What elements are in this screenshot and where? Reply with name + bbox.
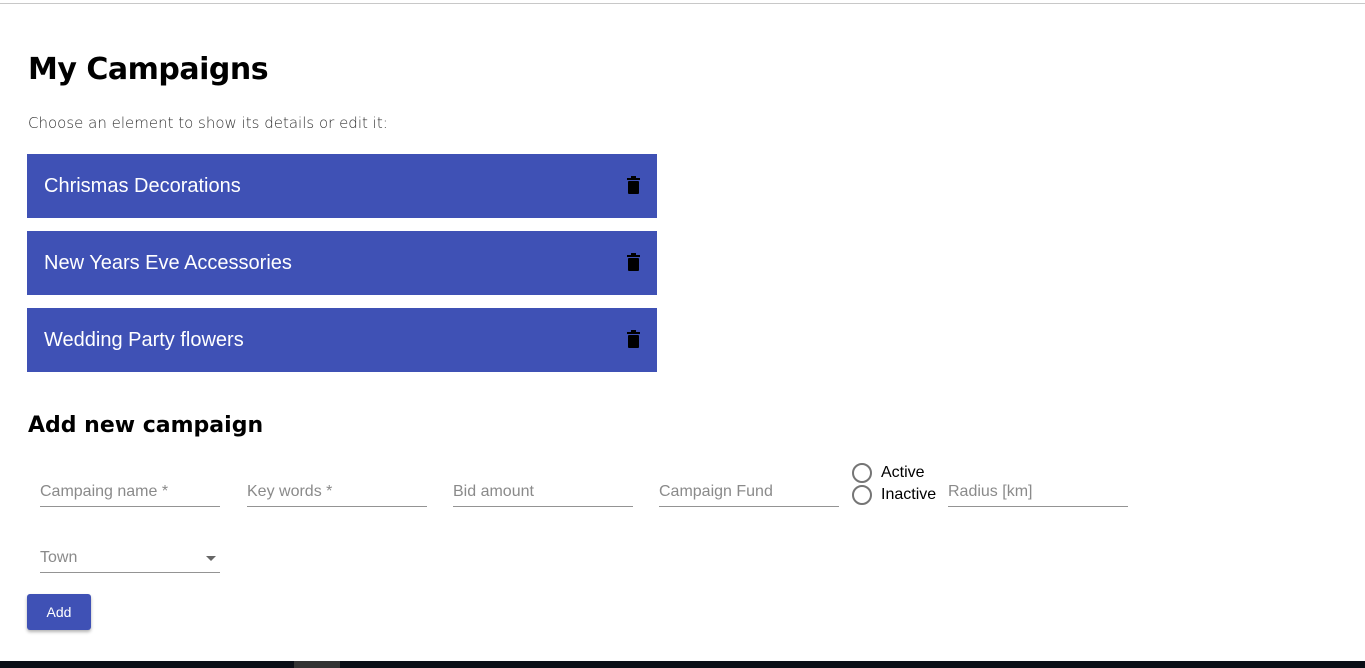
campaign-item[interactable]: Wedding Party flowers <box>27 308 657 372</box>
radio-circle-icon[interactable] <box>852 485 872 505</box>
trash-icon[interactable] <box>627 253 640 271</box>
trash-icon[interactable] <box>627 176 640 194</box>
trash-icon[interactable] <box>627 330 640 348</box>
taskbar <box>0 661 1365 668</box>
town-select[interactable]: Town <box>40 542 220 573</box>
town-select-label: Town <box>40 549 78 566</box>
keywords-input[interactable]: Key words * <box>247 476 427 507</box>
add-button[interactable]: Add <box>27 594 91 630</box>
taskbar-button[interactable] <box>294 661 340 668</box>
bid-amount-input[interactable]: Bid amount <box>453 476 633 507</box>
campaign-name: New Years Eve Accessories <box>44 251 292 274</box>
radio-circle-icon[interactable] <box>852 463 872 483</box>
campaign-name: Wedding Party flowers <box>44 328 244 351</box>
page-title: My Campaigns <box>28 52 269 87</box>
radius-input[interactable]: Radius [km] <box>948 476 1128 507</box>
radio-active-label: Active <box>881 464 925 481</box>
radio-inactive-label: Inactive <box>881 486 937 503</box>
campaign-item[interactable]: New Years Eve Accessories <box>27 231 657 295</box>
radio-active[interactable]: Active <box>852 463 925 483</box>
campaign-name: Chrismas Decorations <box>44 174 241 197</box>
dropdown-arrow-icon <box>206 556 216 561</box>
campaign-name-input[interactable]: Campaing name * <box>40 476 220 507</box>
page-subtitle: Choose an element to show its details or… <box>28 114 388 132</box>
radio-inactive[interactable]: Inactive <box>852 485 936 505</box>
campaign-fund-input[interactable]: Campaign Fund <box>659 476 839 507</box>
top-border <box>0 3 1365 4</box>
add-campaign-heading: Add new campaign <box>28 413 264 438</box>
campaign-item[interactable]: Chrismas Decorations <box>27 154 657 218</box>
